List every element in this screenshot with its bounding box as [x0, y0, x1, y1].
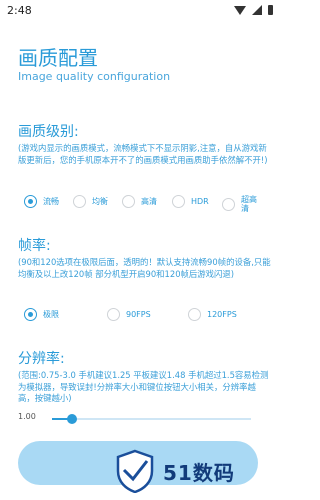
option-label: 90FPS [126, 310, 151, 319]
quality-note: (游戏内显示的画质模式，流畅模式下不显示阴影,注意，自从游戏新版更新后，您的手机… [18, 143, 268, 165]
fps-note: (90和120选项在极限后面，透明的！默认支持流畅90帧的设备,只能均衡及以上改… [18, 257, 271, 279]
quality-option-smooth[interactable]: 流畅 [24, 195, 59, 208]
option-label: 极限 [43, 310, 59, 319]
fps-section-title: 帧率: [18, 238, 51, 254]
radio-button[interactable] [107, 308, 120, 321]
page-subtitle: Image quality configuration [18, 70, 171, 83]
fps-option-extreme[interactable]: 极限 [24, 308, 59, 321]
status-icons [234, 5, 273, 15]
radio-button[interactable] [24, 308, 37, 321]
status-bar: 2:48 [0, 0, 281, 22]
quality-option-balanced[interactable]: 均衡 [73, 195, 108, 208]
resolution-slider[interactable] [52, 414, 251, 424]
option-label: 均衡 [92, 197, 108, 206]
watermark-text: 51数码 [163, 460, 235, 485]
battery-icon [268, 5, 273, 15]
option-label: 流畅 [43, 197, 59, 206]
quality-section-title: 画质级别: [18, 124, 79, 140]
radio-button[interactable] [73, 195, 86, 208]
signal-icon [252, 5, 262, 15]
status-time: 2:48 [7, 4, 32, 17]
radio-button[interactable] [172, 195, 185, 208]
resolution-section-title: 分辨率: [18, 351, 65, 367]
fps-option-120[interactable]: 120FPS [188, 308, 237, 321]
shield-icon [116, 449, 154, 493]
radio-button[interactable] [222, 197, 235, 211]
quality-option-ultra[interactable]: 超高清 [222, 195, 259, 213]
radio-button[interactable] [188, 308, 201, 321]
option-label: 高清 [141, 197, 157, 206]
watermark-logo: 51数码 [115, 447, 275, 495]
option-label: HDR [191, 197, 209, 206]
option-label: 120FPS [207, 310, 237, 319]
page-title: 画质配置 [18, 46, 98, 70]
radio-button[interactable] [122, 195, 135, 208]
resolution-value: 1.00 [18, 412, 36, 421]
slider-thumb[interactable] [66, 414, 77, 424]
radio-button[interactable] [24, 195, 37, 208]
fps-option-90[interactable]: 90FPS [107, 308, 151, 321]
resolution-note: (范围:0.75-3.0 手机建议1.25 平板建议1.48 手机超过1.5容易… [18, 370, 269, 403]
quality-option-hdr[interactable]: HDR [172, 195, 209, 208]
option-label: 超高清 [241, 195, 257, 213]
wifi-icon [234, 5, 246, 15]
quality-option-hd[interactable]: 高清 [122, 195, 157, 208]
